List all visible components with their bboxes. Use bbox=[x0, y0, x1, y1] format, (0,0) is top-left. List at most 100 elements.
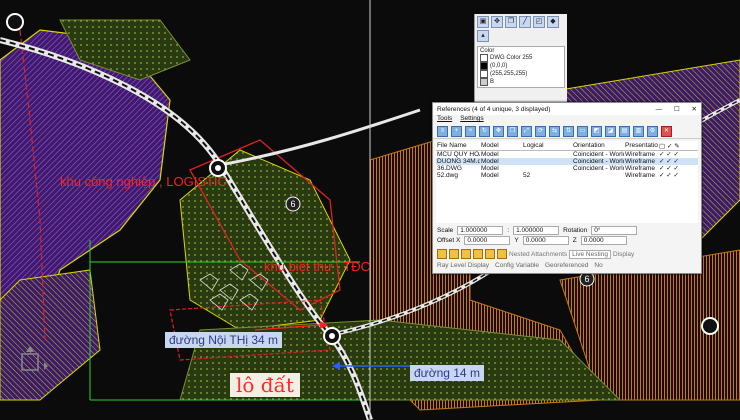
palette-toolbar: ▣ ✥ ❐ ╱ ◰ ◆ ▴ bbox=[475, 14, 567, 44]
villa-zone-label: khu biệt thự , TĐC bbox=[264, 259, 371, 274]
display-label: Display bbox=[612, 250, 635, 258]
clip-delete-icon[interactable]: ◪ bbox=[605, 125, 616, 137]
table-row[interactable]: MCU QUY HOA... Model Coincident - World … bbox=[436, 151, 698, 159]
scale-field-1[interactable]: 1.000000 bbox=[457, 225, 504, 235]
rotation-label: Rotation bbox=[563, 226, 588, 234]
display-checkboxes[interactable]: ✓ ✓ ✓ bbox=[658, 158, 698, 165]
minimize-icon[interactable]: — bbox=[656, 106, 663, 113]
mirror-h-icon[interactable]: ⇆ bbox=[549, 125, 560, 137]
road-14m-label: đường 14 m bbox=[410, 365, 484, 381]
offset-y-label: Y bbox=[514, 236, 519, 244]
color-swatch-icon bbox=[480, 54, 488, 62]
status-item: Ray Level Display bbox=[437, 262, 490, 269]
rotate-icon[interactable]: ⟳ bbox=[535, 125, 546, 137]
table-row[interactable]: 36.DWG Model Coincident - World Wirefram… bbox=[436, 165, 698, 172]
nested-attachments-label: Nested Attachments bbox=[509, 250, 568, 258]
column-header[interactable]: Model bbox=[480, 141, 522, 151]
offset-x-field[interactable]: 0.0000 bbox=[464, 235, 511, 245]
scale-label: Scale bbox=[437, 226, 454, 234]
copy-icon[interactable]: ❐ bbox=[507, 125, 518, 137]
table-header-row: File Name Model Logical Orientation Pres… bbox=[436, 141, 698, 151]
maximize-icon[interactable]: ☐ bbox=[674, 106, 680, 113]
color-option-2[interactable]: (255,255,255) bbox=[480, 70, 562, 78]
color-option-1[interactable]: (0,0,0) bbox=[480, 62, 562, 70]
table-row[interactable]: 52.dwg Model 52 Wireframe ✓ ✓ ✓ bbox=[436, 172, 698, 179]
table-row[interactable]: DUONG 34M.dwg Model Coincident - World W… bbox=[436, 158, 698, 165]
plot-label: lô đất bbox=[230, 373, 300, 397]
clip-mask-icon[interactable]: ◩ bbox=[591, 125, 602, 137]
attributes-palette: ▣ ✥ ❐ ╱ ◰ ◆ ▴ Color DWG Color 255 (0,0,0… bbox=[474, 14, 567, 104]
settings-icon[interactable]: ⚙ bbox=[647, 125, 658, 137]
junction-marker-3 bbox=[6, 13, 24, 31]
clip-boundary-icon[interactable]: ▭ bbox=[577, 125, 588, 137]
delete-icon[interactable]: ✕ bbox=[661, 125, 672, 137]
dialog-toolbar: ≡ + × ↻ ✥ ❐ ⤢ ⟳ ⇆ ⇅ ▭ ◩ ◪ ▤ ▥ ⚙ ✕ bbox=[433, 124, 701, 139]
close-icon[interactable]: ✕ bbox=[692, 106, 697, 113]
menu-settings[interactable]: Settings bbox=[460, 115, 484, 124]
route-number-1: 6 bbox=[290, 199, 295, 209]
attach-icon[interactable]: + bbox=[451, 125, 462, 137]
reference-settings: Scale 1.000000 : 1.000000 Rotation 0° Of… bbox=[433, 223, 701, 247]
route-marker-2: 6 bbox=[579, 271, 595, 287]
folder-icon[interactable] bbox=[437, 249, 447, 259]
dialog-titlebar[interactable]: References (4 of 4 unique, 3 displayed) … bbox=[433, 103, 701, 115]
status-item: Config Variable bbox=[495, 262, 539, 269]
offset-z-field[interactable]: 0.0000 bbox=[580, 235, 627, 245]
select-tool-icon[interactable]: ▣ bbox=[477, 16, 489, 28]
table-empty-space bbox=[436, 179, 698, 223]
copy-tool-icon[interactable]: ❐ bbox=[505, 16, 517, 28]
list-view-icon[interactable]: ≡ bbox=[437, 125, 448, 137]
reload-icon[interactable]: ↻ bbox=[479, 125, 490, 137]
status-item: Georeferenced bbox=[545, 262, 589, 269]
industrial-zone-label: khu công nghiệp , LOGISTIC bbox=[60, 174, 227, 189]
junction-marker-2 bbox=[323, 327, 341, 345]
dialog-menubar: Tools Settings bbox=[433, 115, 701, 124]
lock-tool-icon[interactable]: ◆ bbox=[547, 16, 559, 28]
display-flags-header: ▢ ✓ ✎ bbox=[658, 141, 698, 151]
display-checkboxes[interactable]: ✓ ✓ ✓ bbox=[658, 151, 698, 159]
color-option-3[interactable]: B bbox=[480, 78, 562, 86]
menu-tools[interactable]: Tools bbox=[437, 115, 452, 124]
dropdown-icon[interactable]: ▴ bbox=[477, 30, 489, 42]
junction-marker-4 bbox=[701, 317, 719, 335]
move-tool-icon[interactable]: ✥ bbox=[491, 16, 503, 28]
display-checkboxes[interactable]: ✓ ✓ ✓ bbox=[658, 165, 698, 172]
route-marker-1: 6 bbox=[285, 196, 301, 212]
fence-tool-icon[interactable]: ◰ bbox=[533, 16, 545, 28]
route-number-2: 6 bbox=[584, 274, 589, 284]
color-picker[interactable]: Color DWG Color 255 (0,0,0) (255,255,255… bbox=[477, 46, 565, 88]
clip-front-icon[interactable]: ▤ bbox=[619, 125, 630, 137]
level-icon[interactable] bbox=[449, 249, 459, 259]
column-header[interactable]: Presentation bbox=[624, 141, 658, 151]
mirror-v-icon[interactable]: ⇅ bbox=[563, 125, 574, 137]
offset-z-label: Z bbox=[572, 236, 577, 244]
display-checkboxes[interactable]: ✓ ✓ ✓ bbox=[658, 172, 698, 179]
column-header[interactable]: Logical bbox=[522, 141, 572, 151]
column-header[interactable]: Orientation bbox=[572, 141, 624, 151]
line-tool-icon[interactable]: ╱ bbox=[519, 16, 531, 28]
references-table: File Name Model Logical Orientation Pres… bbox=[436, 141, 698, 179]
references-dialog[interactable]: References (4 of 4 unique, 3 displayed) … bbox=[432, 102, 702, 274]
color-swatch-icon bbox=[480, 62, 488, 70]
move-icon[interactable]: ✥ bbox=[493, 125, 504, 137]
offset-x-label: Offset X bbox=[437, 236, 461, 244]
snap-icon[interactable] bbox=[461, 249, 471, 259]
rotation-field[interactable]: 0° bbox=[591, 225, 638, 235]
color-option-0[interactable]: DWG Color 255 bbox=[480, 54, 562, 62]
dialog-status-bar: Ray Level Display Config Variable Georef… bbox=[433, 261, 701, 270]
scale-field-2[interactable]: 1.000000 bbox=[513, 225, 560, 235]
offset-y-field[interactable]: 0.0000 bbox=[522, 235, 569, 245]
view-navigation-icon[interactable] bbox=[16, 344, 50, 378]
nesting-dropdown[interactable]: Live Nesting bbox=[569, 249, 611, 259]
clip-back-icon[interactable]: ▥ bbox=[633, 125, 644, 137]
detach-icon[interactable]: × bbox=[465, 125, 476, 137]
column-header[interactable]: File Name bbox=[436, 141, 480, 151]
highlight-icon[interactable] bbox=[485, 249, 495, 259]
color-swatch-icon bbox=[480, 70, 488, 78]
color-swatch-icon bbox=[480, 78, 488, 86]
locate-icon[interactable] bbox=[473, 249, 483, 259]
scale-icon[interactable]: ⤢ bbox=[521, 125, 532, 137]
dialog-bottom-toolbar: Nested Attachments Live Nesting Display bbox=[433, 247, 701, 261]
update-icon[interactable] bbox=[497, 249, 507, 259]
road-34m-label: đường Nội THị 34 m bbox=[165, 332, 283, 348]
